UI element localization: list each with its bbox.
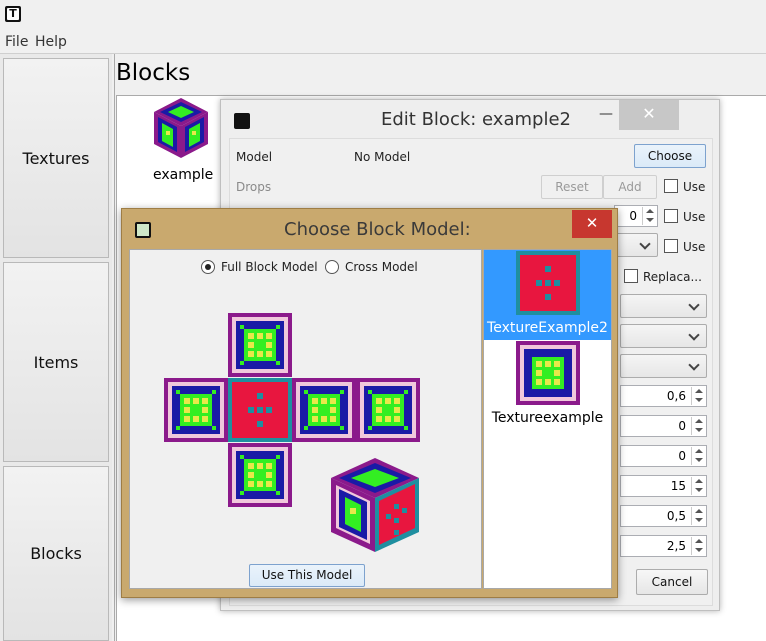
- menu-help[interactable]: Help: [35, 34, 67, 50]
- dialog-title: Edit Block: example2: [381, 109, 571, 130]
- app-icon: [5, 6, 21, 22]
- block-label[interactable]: example: [153, 167, 213, 183]
- value-spinner[interactable]: 0,5: [620, 505, 707, 527]
- model-preview-panel: Full Block Model Cross Model Use This Mo…: [129, 249, 482, 589]
- menubar: File Help: [0, 32, 766, 54]
- use-checkbox[interactable]: [664, 179, 678, 193]
- dialog-icon: [234, 113, 250, 129]
- dropdown[interactable]: [620, 324, 707, 348]
- main-titlebar: [0, 0, 766, 32]
- sidebar-item-items[interactable]: Items: [3, 262, 109, 462]
- texture-name: Textureexample: [491, 410, 604, 426]
- full-block-radio[interactable]: [201, 260, 215, 274]
- sidebar-item-label: Textures: [22, 148, 90, 168]
- spinner-arrows-icon[interactable]: [691, 477, 705, 495]
- spinner-value: 0: [629, 209, 637, 223]
- dropdown[interactable]: [620, 294, 707, 318]
- value-spinner[interactable]: 0,6: [620, 385, 707, 407]
- close-button[interactable]: ✕: [572, 210, 612, 238]
- value-spinner[interactable]: 15: [620, 475, 707, 497]
- texture-item[interactable]: Textureexample: [484, 340, 611, 430]
- dialog-icon: [135, 222, 151, 238]
- sidebar-item-textures[interactable]: Textures: [3, 58, 109, 258]
- drops-label: Drops: [236, 180, 272, 194]
- texture-list: TextureExample2 Textureexample: [483, 249, 612, 589]
- use-label: Use: [683, 210, 706, 224]
- texture-name: TextureExample2: [487, 320, 608, 336]
- menu-file[interactable]: File: [5, 34, 28, 50]
- cross-model-label: Cross Model: [345, 260, 418, 274]
- use-model-button[interactable]: Use This Model: [249, 564, 365, 587]
- model-label: Model: [236, 150, 273, 164]
- dropdown[interactable]: [614, 233, 658, 257]
- page-title: Blocks: [116, 60, 191, 86]
- model-value: No Model: [354, 150, 411, 164]
- spinner-value: 0: [678, 419, 686, 433]
- close-button[interactable]: ✕: [619, 100, 679, 130]
- choose-model-dialog: Choose Block Model: ✕ Full Block Model C…: [121, 208, 618, 598]
- spinner-arrows-icon[interactable]: [691, 417, 705, 435]
- cancel-button[interactable]: Cancel: [636, 569, 708, 595]
- minimize-button[interactable]: —: [591, 100, 621, 130]
- spinner-arrows-icon[interactable]: [642, 207, 656, 225]
- replace-label: Replaca...: [643, 270, 702, 284]
- spinner-value: 15: [670, 479, 686, 493]
- spinner-arrows-icon[interactable]: [691, 507, 705, 525]
- sidebar: Textures Items Blocks: [0, 54, 112, 641]
- spinner-value: 0: [678, 449, 686, 463]
- texture-thumbnail: [516, 251, 580, 315]
- value-spinner[interactable]: 0: [620, 415, 707, 437]
- block-thumbnail[interactable]: [150, 96, 212, 162]
- replace-checkbox[interactable]: [624, 269, 638, 283]
- spinner-value: 0,5: [666, 509, 686, 523]
- sidebar-item-label: Blocks: [30, 544, 82, 563]
- spinner-arrows-icon[interactable]: [691, 387, 705, 405]
- use-checkbox[interactable]: [664, 209, 678, 223]
- spinner-arrows-icon[interactable]: [691, 537, 705, 555]
- value-spinner[interactable]: 0: [620, 445, 707, 467]
- sidebar-item-blocks[interactable]: Blocks: [3, 466, 109, 641]
- cube-3d-preview: [331, 458, 419, 552]
- use-label: Use: [683, 180, 706, 194]
- spinner-value: 2,5: [666, 539, 686, 553]
- texture-thumbnail: [516, 341, 580, 405]
- reset-button[interactable]: Reset: [541, 175, 603, 199]
- cross-model-radio[interactable]: [325, 260, 339, 274]
- value-spinner[interactable]: 2,5: [620, 535, 707, 557]
- dropdown[interactable]: [620, 354, 707, 378]
- dialog-title: Choose Block Model:: [284, 219, 471, 240]
- drop-spinner[interactable]: 0: [614, 205, 658, 227]
- texture-item-selected[interactable]: TextureExample2: [484, 250, 611, 340]
- use-checkbox[interactable]: [664, 239, 678, 253]
- sidebar-item-label: Items: [33, 352, 79, 372]
- add-button[interactable]: Add: [603, 175, 657, 199]
- use-label: Use: [683, 240, 706, 254]
- full-block-label: Full Block Model: [221, 260, 318, 274]
- spinner-arrows-icon[interactable]: [691, 447, 705, 465]
- choose-button[interactable]: Choose: [634, 144, 706, 168]
- spinner-value: 0,6: [666, 389, 686, 403]
